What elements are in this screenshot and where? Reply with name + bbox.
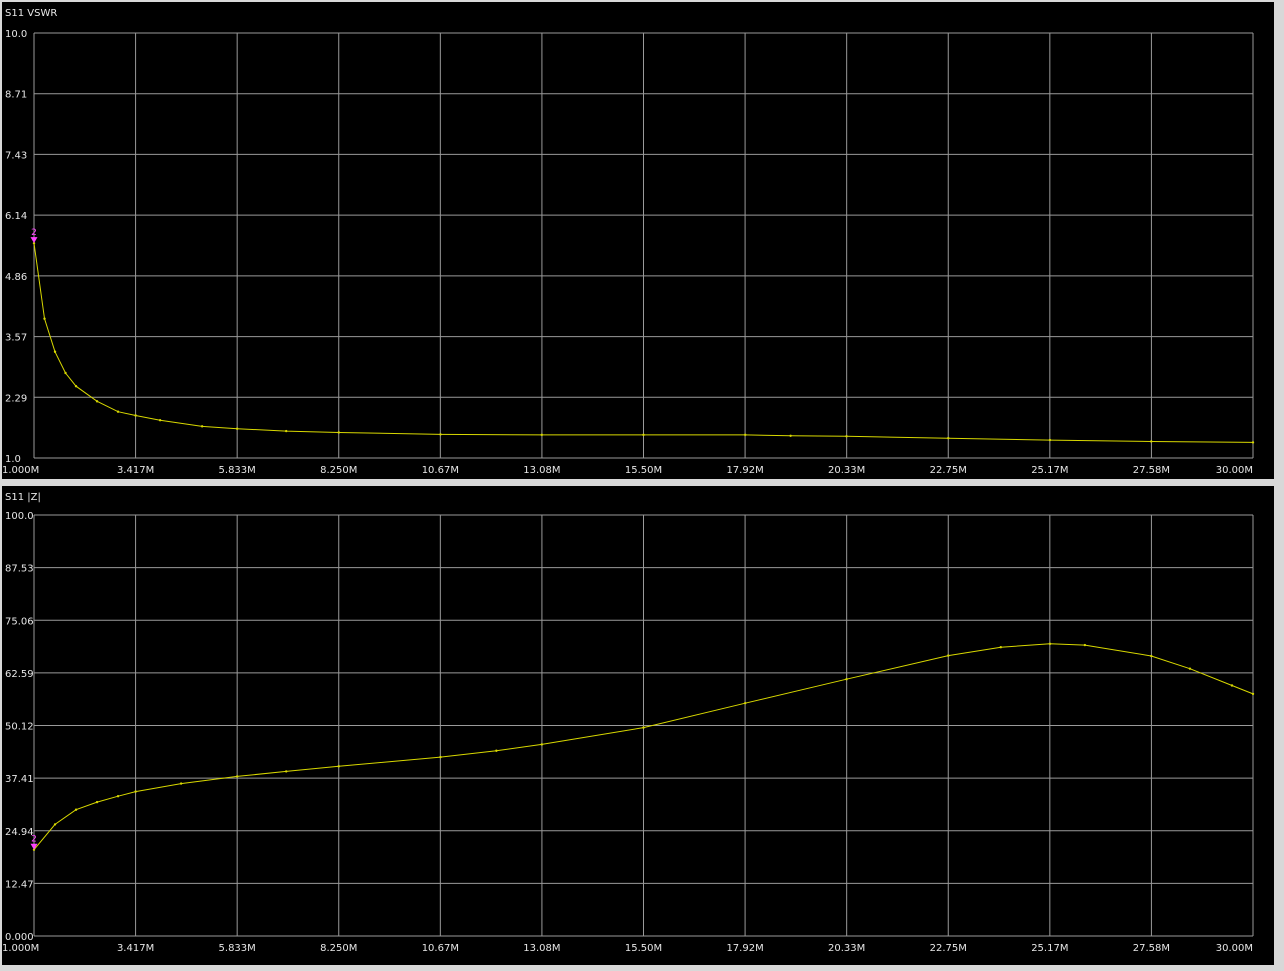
data-point (53, 823, 57, 826)
data-point (134, 790, 137, 793)
data-point (1230, 684, 1234, 687)
data-point (1083, 643, 1087, 647)
data-point (285, 429, 288, 433)
x-tick-label: 20.33M (828, 943, 865, 954)
data-point (744, 433, 747, 437)
data-point (158, 419, 162, 422)
data-point (1150, 654, 1153, 658)
x-tick-label: 8.250M (320, 943, 357, 954)
x-tick-label: 30.00M (1216, 465, 1253, 476)
marker-label: 2 (31, 835, 37, 845)
vswr-chart-svg: 10.0 8.71 7.43 6.14 4.86 3.57 2.29 1.01.000M 3.4… (2, 29, 1255, 476)
y-tick-label: 100.0 (5, 511, 34, 522)
x-tick-label: 15.50M (625, 465, 662, 476)
data-point (439, 755, 442, 759)
data-point (95, 400, 99, 403)
data-point (947, 654, 950, 657)
y-tick-label: 24.94 (5, 827, 34, 838)
y-tick-label: 87.53 (5, 564, 34, 575)
x-tick-label: 27.58M (1133, 943, 1170, 954)
data-point (495, 749, 498, 752)
data-point (439, 433, 442, 436)
x-tick-label: 30.00M (1216, 943, 1253, 954)
data-point (540, 433, 543, 437)
data-point (1048, 438, 1052, 442)
data-point (744, 701, 747, 705)
y-tick-label: 75.06 (5, 616, 34, 627)
x-tick-label: 25.17M (1031, 465, 1068, 476)
data-point (642, 726, 645, 729)
x-tick-label: 15.50M (625, 943, 662, 954)
x-tick-label: 10.67M (422, 465, 459, 476)
y-tick-label: 3.57 (5, 333, 27, 344)
y-tick-label: 37.41 (5, 774, 34, 785)
impedance-chart-panel: S11 |Z| 100.0 87.53 75.06 62.59 50.12 37.41 24… (2, 486, 1274, 965)
data-point (43, 317, 46, 320)
y-tick-label: 4.86 (5, 272, 27, 283)
y-tick-label: 1.0 (5, 454, 21, 465)
x-tick-label: 22.75M (930, 943, 967, 954)
y-tick-label: 50.12 (5, 722, 34, 733)
data-point (845, 435, 848, 438)
data-point (116, 410, 120, 413)
x-tick-label: 3.417M (117, 465, 154, 476)
y-tick-label: 0.000 (5, 932, 34, 943)
x-tick-label: 5.833M (219, 465, 256, 476)
x-tick-label: 22.75M (930, 465, 967, 476)
data-point (53, 350, 57, 353)
y-tick-label: 8.71 (5, 90, 27, 101)
data-point (74, 385, 78, 388)
x-tick-label: 3.417M (117, 943, 154, 954)
data-point (1251, 692, 1255, 696)
data-point (134, 414, 137, 417)
y-tick-label: 6.14 (5, 211, 27, 222)
data-point (1048, 642, 1052, 646)
x-tick-label: 25.17M (1031, 943, 1068, 954)
x-tick-label: 1.000M (2, 943, 39, 954)
x-tick-label: 10.67M (422, 943, 459, 954)
data-point (540, 743, 543, 746)
data-point (999, 645, 1002, 649)
x-tick-label: 13.08M (523, 943, 560, 954)
y-tick-label: 7.43 (5, 150, 27, 161)
data-point (74, 808, 78, 811)
data-point (235, 775, 239, 778)
x-tick-label: 5.833M (219, 943, 256, 954)
data-point (179, 782, 183, 785)
data-point (1188, 667, 1192, 670)
marker-label: 2 (31, 228, 37, 238)
x-tick-label: 1.000M (2, 465, 39, 476)
data-point (642, 433, 645, 437)
data-point (1251, 441, 1255, 444)
y-tick-label: 62.59 (5, 669, 34, 680)
data-point (235, 427, 239, 430)
y-tick-label: 12.47 (5, 879, 34, 890)
data-point (64, 371, 67, 375)
x-tick-label: 27.58M (1133, 465, 1170, 476)
x-tick-label: 20.33M (828, 465, 865, 476)
impedance-chart-svg: 100.0 87.53 75.06 62.59 50.12 37.41 24.94 12.47… (2, 511, 1255, 954)
data-point (789, 434, 792, 438)
y-tick-label: 10.0 (5, 29, 27, 40)
data-point (1150, 440, 1153, 443)
vswr-chart-panel: S11 VSWR 10.0 8.71 7.43 6.14 4.86 3.57 2.29 1.0… (2, 2, 1274, 479)
x-tick-label: 17.92M (726, 943, 763, 954)
data-point (947, 436, 950, 440)
x-tick-label: 13.08M (523, 465, 560, 476)
data-point (95, 800, 99, 804)
x-tick-label: 8.250M (320, 465, 357, 476)
data-point (200, 425, 204, 428)
y-tick-label: 2.29 (5, 393, 27, 404)
data-point (285, 770, 288, 773)
data-point (337, 765, 340, 768)
data-point (116, 795, 120, 798)
x-tick-label: 17.92M (726, 465, 763, 476)
data-point (845, 677, 848, 681)
data-point (337, 431, 340, 434)
